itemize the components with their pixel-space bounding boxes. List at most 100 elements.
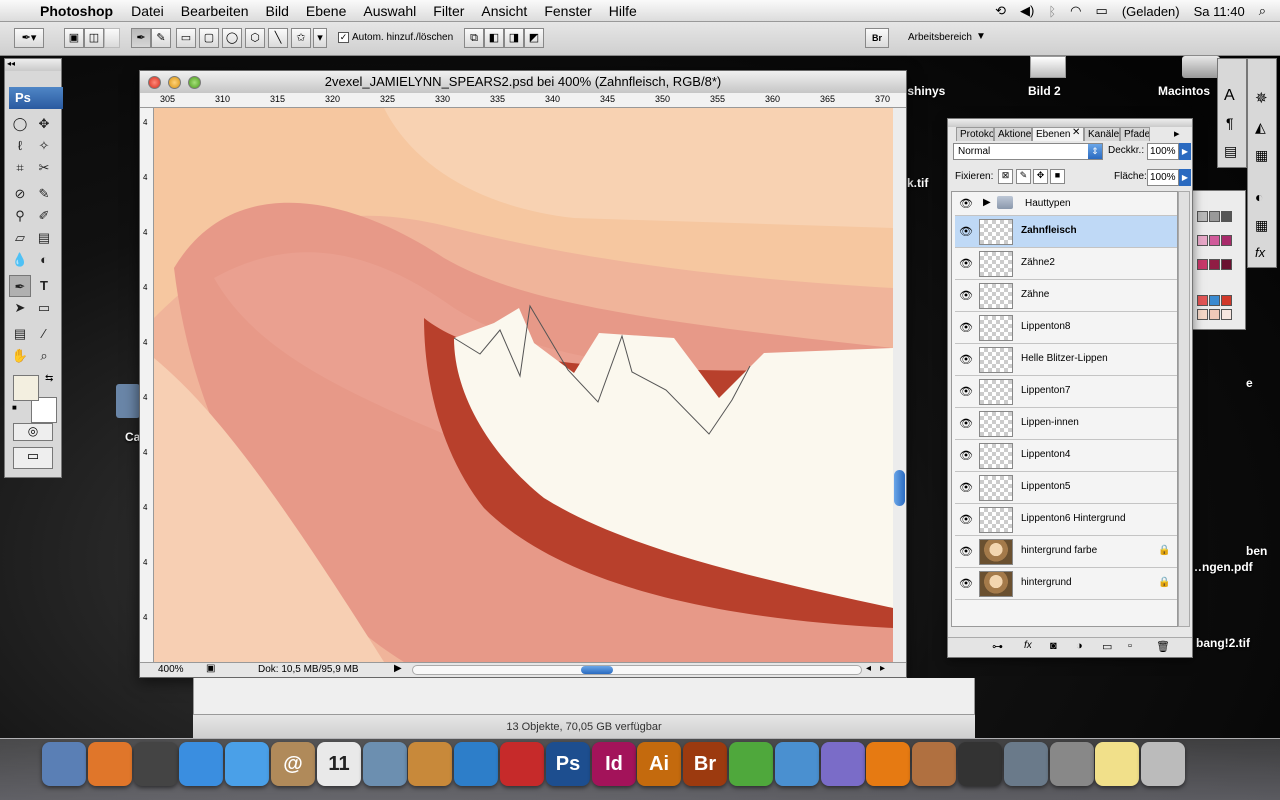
photobooth-icon[interactable] (408, 742, 452, 786)
eye-icon[interactable]: 👁 (959, 353, 973, 367)
lock-position-icon[interactable]: ✥ (1033, 169, 1048, 184)
zoom-window-icon[interactable] (188, 76, 201, 89)
vlc-icon[interactable] (866, 742, 910, 786)
toolbox-grip[interactable]: ◂◂ (5, 59, 61, 71)
finder-icon[interactable] (42, 742, 86, 786)
layer-row[interactable]: 👁 hintergrund farbe 🔒 (955, 536, 1177, 568)
shape-icon[interactable]: ▭ (33, 297, 55, 319)
lock-transparency-icon[interactable]: ⊠ (998, 169, 1013, 184)
swatch[interactable] (1209, 259, 1220, 270)
move-icon[interactable]: ✥ (33, 113, 55, 135)
desktop-item[interactable]: k.tif (907, 176, 928, 190)
imovie-icon[interactable] (958, 742, 1002, 786)
eye-icon[interactable]: 👁 (959, 289, 973, 303)
bluetooth-icon[interactable]: ᛒ (1048, 4, 1056, 19)
zoom-icon[interactable]: ⌕ (33, 345, 55, 367)
layer-row[interactable]: 👁 Helle Blitzer-Lippen (955, 344, 1177, 376)
swatch[interactable] (1197, 235, 1208, 246)
info-icon[interactable]: ▦ (1255, 147, 1268, 164)
layer-row[interactable]: 👁 Zähne (955, 280, 1177, 312)
styles-icon[interactable]: fx (1255, 245, 1265, 260)
tab-kanaele[interactable]: Kanäle (1084, 127, 1120, 141)
pen-tool-preset-icon[interactable]: ✒▾ (14, 28, 44, 48)
paths-button[interactable]: ◫ (84, 28, 104, 48)
close-icon[interactable] (148, 76, 161, 89)
menu-filter[interactable]: Filter (433, 3, 464, 19)
desktop-item[interactable]: Bild 2 (1028, 84, 1061, 98)
panel-grip[interactable] (948, 119, 1192, 127)
swatch[interactable] (1197, 259, 1208, 270)
color-icon[interactable]: ◐ (1255, 189, 1263, 205)
path-subtract-icon[interactable]: ◧ (484, 28, 504, 48)
layer-row[interactable]: 👁 Lippenton5 (955, 472, 1177, 504)
crop-icon[interactable]: ⌗ (9, 157, 31, 179)
desktop-file-icon[interactable] (1030, 56, 1066, 78)
tab-aktionen[interactable]: Aktionen (994, 127, 1032, 141)
layer-row[interactable]: 👁 Zähne2 (955, 248, 1177, 280)
ps-logo[interactable]: Ps (9, 87, 63, 109)
horizontal-scroll-thumb[interactable] (581, 666, 613, 674)
lock-all-icon[interactable]: ■ (1050, 169, 1065, 184)
eye-icon[interactable]: 👁 (959, 481, 973, 495)
ical-icon[interactable]: 11 (317, 742, 361, 786)
eye-icon[interactable]: 👁 (959, 385, 973, 399)
polygon-icon[interactable]: ⬡ (245, 28, 265, 48)
character-icon[interactable]: A (1224, 87, 1235, 105)
default-colors-icon[interactable]: ■ (12, 403, 17, 412)
layer-group-row[interactable]: 👁 ▶ Hauttypen (955, 192, 1177, 216)
blur-icon[interactable]: 💧 (9, 249, 31, 271)
swap-colors-icon[interactable]: ⇆ (45, 373, 53, 384)
opacity-input[interactable]: 100% (1147, 143, 1179, 160)
blend-mode-select[interactable]: Normal ⇕ (953, 143, 1103, 160)
firefox-icon[interactable] (88, 742, 132, 786)
menubar-clock[interactable]: Sa 11:40 (1194, 4, 1245, 19)
shape-layers-button[interactable]: ▣ (64, 28, 84, 48)
dashboard-icon[interactable] (134, 742, 178, 786)
layer-row[interactable]: 👁 Lippenton4 (955, 440, 1177, 472)
spotlight-icon[interactable]: ⌕ (1259, 3, 1266, 19)
itunes-icon[interactable] (454, 742, 498, 786)
swatch[interactable] (1209, 235, 1220, 246)
auto-add-checkbox[interactable]: ✓ (338, 32, 349, 43)
adium-icon[interactable] (729, 742, 773, 786)
layer-style-icon[interactable]: fx (1024, 640, 1032, 651)
illustrator-icon[interactable]: Ai (637, 742, 681, 786)
swatch[interactable] (1221, 211, 1232, 222)
pen-tool-icon[interactable]: ✒ (9, 275, 31, 297)
menu-ebene[interactable]: Ebene (306, 3, 346, 19)
swatch[interactable] (1209, 295, 1220, 306)
desktop-folder-icon[interactable] (116, 384, 140, 418)
trash-layer-icon[interactable]: 🗑 (1156, 640, 1170, 653)
fill-pixels-button[interactable] (104, 28, 120, 48)
eraser-icon[interactable]: ▱ (9, 227, 31, 249)
pen-icon[interactable]: ✒ (131, 28, 151, 48)
swatches-icon[interactable]: ▦ (1255, 217, 1268, 234)
rounded-rectangle-icon[interactable]: ▢ (199, 28, 219, 48)
lock-pixels-icon[interactable]: ✎ (1016, 169, 1031, 184)
marquee-icon[interactable]: ◯ (9, 113, 31, 135)
swatch[interactable] (1221, 295, 1232, 306)
battery-status[interactable]: (Geladen) (1122, 4, 1180, 19)
slice-icon[interactable]: ✂ (33, 157, 55, 179)
history-brush-icon[interactable]: ✐ (33, 205, 55, 227)
layer-row[interactable]: 👁 Lippenton7 (955, 376, 1177, 408)
magic-wand-icon[interactable]: ✧ (33, 135, 55, 157)
brush-icon[interactable]: ✎ (33, 183, 55, 205)
ellipse-icon[interactable]: ◯ (222, 28, 242, 48)
eye-icon[interactable]: 👁 (959, 545, 973, 559)
close-tab-icon[interactable]: ✕ (1072, 127, 1080, 138)
shape-options-dropdown[interactable]: ▾ (313, 28, 327, 48)
addressbook-icon[interactable]: @ (271, 742, 315, 786)
harddisk-icon[interactable] (1182, 56, 1220, 78)
acrobat-icon[interactable] (500, 742, 544, 786)
menu-bearbeiten[interactable]: Bearbeiten (181, 3, 249, 19)
layer-row[interactable]: 👁 hintergrund 🔒 (955, 568, 1177, 600)
swatch[interactable] (1197, 309, 1208, 320)
swatch[interactable] (1197, 211, 1208, 222)
eye-icon[interactable]: 👁 (959, 417, 973, 431)
ichat-icon[interactable] (225, 742, 269, 786)
type-icon[interactable]: T (33, 275, 55, 297)
paragraph-icon[interactable]: ¶ (1226, 115, 1234, 131)
safari-icon[interactable] (179, 742, 223, 786)
swatch[interactable] (1221, 259, 1232, 270)
